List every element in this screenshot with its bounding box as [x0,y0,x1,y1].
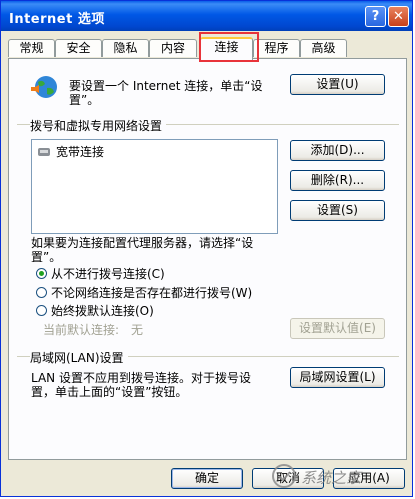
tab-security[interactable]: 安全 [55,39,102,57]
radio-label: 从不进行拨号连接(C) [51,267,165,281]
radio-indicator [36,305,47,316]
proxy-text-line1: 如果要为连接配置代理服务器，请选择“设 [31,236,254,250]
remove-button[interactable]: 删除(R)... [290,170,385,191]
radio-never-dial[interactable]: 从不进行拨号连接(C) [36,265,165,282]
dialup-header: 拨号和虚拟专用网络设置 [30,117,167,134]
setup-button[interactable]: 设置(U) [290,74,385,95]
current-default-value: 无 [131,323,144,337]
lan-header: 局域网(LAN)设置 [30,349,128,366]
radio-indicator [36,268,47,279]
set-default-button[interactable]: 设置默认值(E) [290,318,385,339]
radio-dial-whenever[interactable]: 不论网络连接是否存在都进行拨号(W) [36,284,252,301]
window-title: Internet 选项 [9,12,105,27]
connections-panel: 要设置一个 Internet 连接，单击“设 置”。 设置(U) 拨号和虚拟专用… [8,58,407,460]
lan-text-line2: 置，单击上面的“设置”按钮。 [31,385,188,399]
tab-privacy[interactable]: 隐私 [102,39,149,57]
tab-programs[interactable]: 程序 [253,39,300,57]
close-button[interactable]: ✕ [388,6,409,27]
internet-options-dialog: Internet 选项 ? ✕ 常规 安全 隐私 内容 连接 程序 高级 要设置… [0,0,413,497]
proxy-text-line2: 置”。 [31,250,62,264]
watermark-logo-icon [272,464,296,488]
dialup-list[interactable]: 宽带连接 [31,139,278,234]
tab-general[interactable]: 常规 [8,39,55,57]
lan-settings-button[interactable]: 局域网设置(L) [290,367,385,388]
ok-button[interactable]: 确定 [171,468,243,489]
list-item[interactable]: 宽带连接 [36,143,104,160]
watermark-text: 系统之家 [301,469,362,487]
connection-name: 宽带连接 [56,145,105,159]
radio-indicator [36,287,47,298]
help-icon: ? [371,9,380,24]
tab-content[interactable]: 内容 [149,39,197,57]
connection-icon [38,147,50,156]
tab-advanced[interactable]: 高级 [300,39,347,57]
add-button[interactable]: 添加(D)... [290,140,385,161]
close-icon: ✕ [393,9,404,24]
dialup-settings-button[interactable]: 设置(S) [290,200,385,221]
current-default-label: 当前默认连接: [43,323,120,337]
watermark: 系统之家 [269,457,409,497]
title-bar[interactable]: Internet 选项 ? ✕ [1,1,412,31]
radio-label: 始终拨默认连接(O) [51,304,154,318]
radio-always-dial-default[interactable]: 始终拨默认连接(O) [36,302,154,319]
internet-globe-icon [29,73,59,103]
highlight-box [199,32,259,62]
radio-label: 不论网络连接是否存在都进行拨号(W) [51,286,253,300]
help-button[interactable]: ? [365,6,386,27]
setup-text-line2: 置”。 [69,93,100,107]
